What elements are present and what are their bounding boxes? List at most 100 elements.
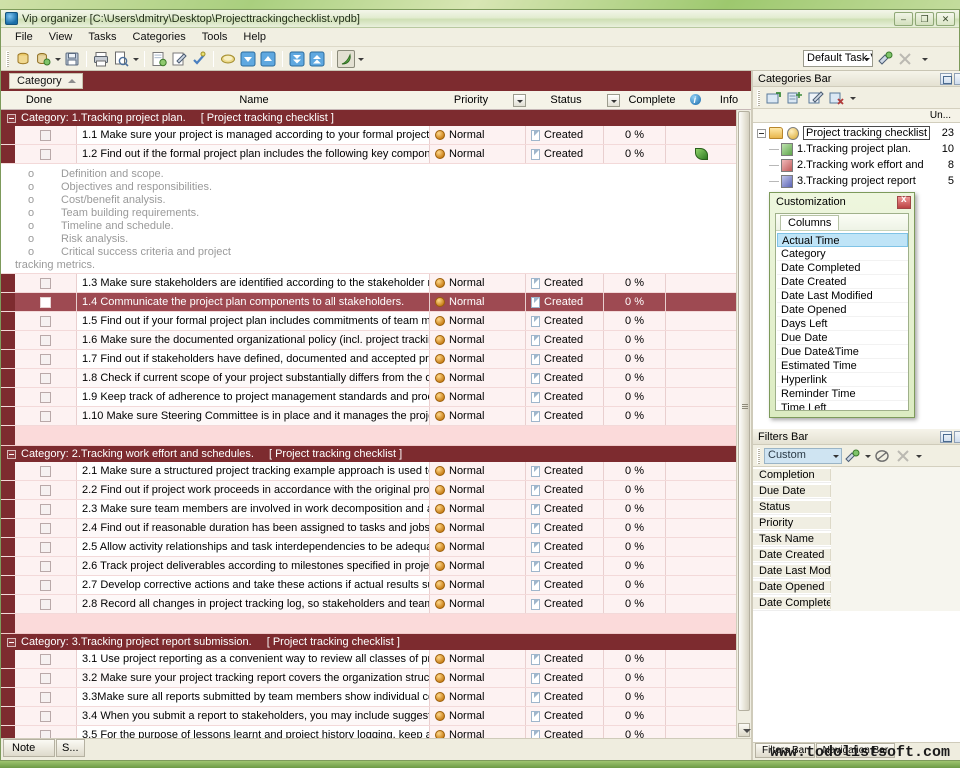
category-collapse-icon[interactable]: [7, 638, 16, 647]
table-row[interactable]: 2.4 Find out if reasonable duration has …: [1, 519, 736, 538]
task-priority-cell[interactable]: Normal: [430, 462, 526, 480]
category-tree-node[interactable]: 2.Tracking work effort and88: [753, 157, 960, 173]
task-priority-cell[interactable]: Normal: [430, 369, 526, 387]
delete-filter-icon[interactable]: [895, 448, 912, 464]
new-task-icon[interactable]: [14, 50, 32, 68]
task-status-cell[interactable]: Created: [526, 126, 604, 144]
table-row[interactable]: 2.7 Develop corrective actions and take …: [1, 576, 736, 595]
task-name-cell[interactable]: 1.3 Make sure stakeholders are identifie…: [77, 274, 430, 292]
filter-value[interactable]: [831, 499, 960, 515]
table-row[interactable]: 3.1 Use project reporting as a convenien…: [1, 650, 736, 669]
task-priority-cell[interactable]: Normal: [430, 388, 526, 406]
task-done-cell[interactable]: [15, 726, 77, 738]
filter-preset-combo[interactable]: Custom: [764, 448, 842, 464]
filters-toolbar-dropdown-icon[interactable]: [914, 447, 923, 465]
task-status-cell[interactable]: Created: [526, 519, 604, 537]
task-done-cell[interactable]: [15, 557, 77, 575]
task-status-cell[interactable]: Created: [526, 557, 604, 575]
table-row[interactable]: 3.5 For the purpose of lessons learnt an…: [1, 726, 736, 738]
customization-list-item[interactable]: Due Date: [777, 331, 908, 345]
task-status-cell[interactable]: Created: [526, 707, 604, 725]
task-grid[interactable]: Category: 1.Tracking project plan.[ Proj…: [1, 110, 736, 738]
task-priority-cell[interactable]: Normal: [430, 519, 526, 537]
task-name-cell[interactable]: 2.7 Develop corrective actions and take …: [77, 576, 430, 594]
filters-bar-pin-icon[interactable]: [954, 431, 960, 443]
print-dropdown-icon[interactable]: [131, 50, 140, 68]
categories-bar-pin-icon[interactable]: [954, 73, 960, 85]
toolbar-grip[interactable]: [6, 51, 9, 67]
tree-header-total[interactable]: T...: [954, 110, 960, 121]
table-row[interactable]: 3.2 Make sure your project tracking repo…: [1, 669, 736, 688]
task-complete-cell[interactable]: 0 %: [604, 388, 666, 406]
task-done-cell[interactable]: [15, 312, 77, 330]
filter-dropdown-icon[interactable]: [356, 50, 365, 68]
print-icon[interactable]: [92, 50, 110, 68]
table-row[interactable]: 2.3 Make sure team members are involved …: [1, 500, 736, 519]
done-checkbox[interactable]: [40, 654, 51, 665]
task-priority-cell[interactable]: Normal: [430, 500, 526, 518]
filters-list[interactable]: CompletionDue DateStatusPriorityTask Nam…: [753, 467, 960, 742]
task-status-cell[interactable]: Created: [526, 388, 604, 406]
task-name-cell[interactable]: 2.2 Find out if project work proceeds in…: [77, 481, 430, 499]
task-status-cell[interactable]: Created: [526, 650, 604, 668]
done-checkbox[interactable]: [40, 730, 51, 739]
customization-list-item[interactable]: Estimated Time: [777, 359, 908, 373]
scrollbar-thumb[interactable]: [738, 111, 750, 711]
task-done-cell[interactable]: [15, 519, 77, 537]
task-priority-cell[interactable]: Normal: [430, 576, 526, 594]
done-checkbox[interactable]: [40, 561, 51, 572]
task-done-cell[interactable]: [15, 350, 77, 368]
task-name-cell[interactable]: 1.10 Make sure Steering Committee is in …: [77, 407, 430, 425]
table-row[interactable]: 3.4 When you submit a report to stakehol…: [1, 707, 736, 726]
task-name-cell[interactable]: 3.1 Use project reporting as a convenien…: [77, 650, 430, 668]
filter-value[interactable]: [831, 531, 960, 547]
move-top-icon[interactable]: [308, 50, 326, 68]
task-complete-cell[interactable]: 0 %: [604, 274, 666, 292]
task-status-cell[interactable]: Created: [526, 312, 604, 330]
filter-value[interactable]: [831, 515, 960, 531]
task-info-cell[interactable]: [666, 538, 736, 556]
task-done-cell[interactable]: [15, 500, 77, 518]
task-name-cell[interactable]: 2.5 Allow activity relationships and tas…: [77, 538, 430, 556]
task-info-cell[interactable]: [666, 388, 736, 406]
menu-item-tasks[interactable]: Tasks: [80, 29, 124, 45]
task-info-cell[interactable]: [666, 274, 736, 292]
done-checkbox[interactable]: [40, 485, 51, 496]
task-info-cell[interactable]: [666, 726, 736, 738]
task-done-cell[interactable]: [15, 481, 77, 499]
task-complete-cell[interactable]: 0 %: [604, 481, 666, 499]
table-row[interactable]: 1.6 Make sure the documented organizatio…: [1, 331, 736, 350]
task-done-cell[interactable]: [15, 407, 77, 425]
table-row[interactable]: 2.5 Allow activity relationships and tas…: [1, 538, 736, 557]
task-status-cell[interactable]: Created: [526, 669, 604, 687]
column-header-priority[interactable]: Priority: [431, 91, 511, 110]
task-complete-cell[interactable]: 0 %: [604, 500, 666, 518]
task-status-cell[interactable]: Created: [526, 350, 604, 368]
done-checkbox[interactable]: [40, 316, 51, 327]
tab-columns[interactable]: Columns: [780, 215, 839, 230]
edit-category-icon[interactable]: [808, 90, 825, 106]
task-complete-cell[interactable]: 0 %: [604, 331, 666, 349]
tree-expander-icon[interactable]: [757, 129, 766, 138]
task-status-cell[interactable]: Created: [526, 538, 604, 556]
task-done-cell[interactable]: [15, 595, 77, 613]
save-db-icon[interactable]: [63, 50, 81, 68]
filter-row[interactable]: Date Last Modifi: [753, 563, 960, 579]
filter-row[interactable]: Completion: [753, 467, 960, 483]
customization-list-item[interactable]: Date Last Modified: [777, 289, 908, 303]
priority-filter-button[interactable]: [511, 91, 527, 110]
table-row[interactable]: 1.3 Make sure stakeholders are identifie…: [1, 274, 736, 293]
customization-column-list[interactable]: Actual TimeCategoryDate CompletedDate Cr…: [776, 231, 908, 410]
task-complete-cell[interactable]: 0 %: [604, 576, 666, 594]
filter-row[interactable]: Date Completed: [753, 595, 960, 611]
category-header-row[interactable]: Category: 3.Tracking project report subm…: [1, 634, 736, 650]
task-complete-cell[interactable]: 0 %: [604, 126, 666, 144]
table-row[interactable]: 3.3Make sure all reports submitted by te…: [1, 688, 736, 707]
task-priority-cell[interactable]: Normal: [430, 481, 526, 499]
menu-item-view[interactable]: View: [41, 29, 81, 45]
task-info-cell[interactable]: [666, 650, 736, 668]
column-header-status[interactable]: Status: [527, 91, 605, 110]
filter-row[interactable]: Task Name: [753, 531, 960, 547]
task-complete-cell[interactable]: 0 %: [604, 669, 666, 687]
task-status-cell[interactable]: Created: [526, 462, 604, 480]
